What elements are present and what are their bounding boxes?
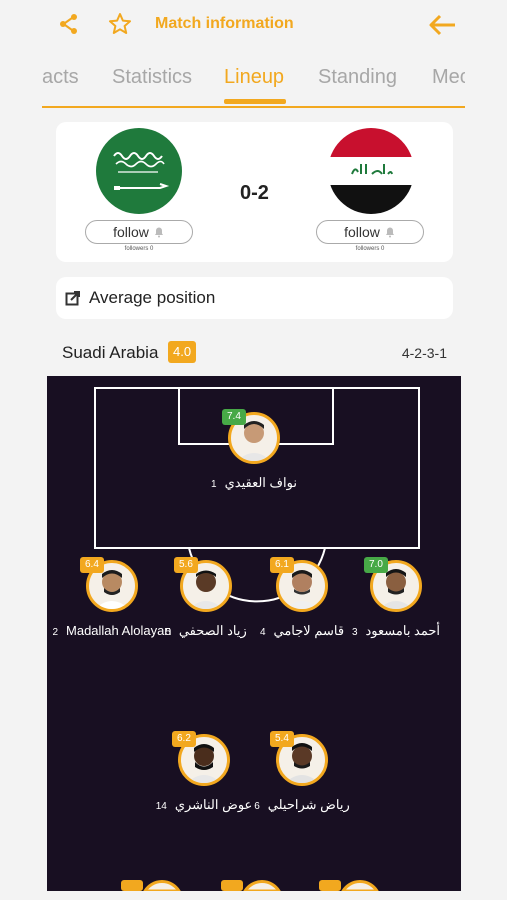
- player-name-text: نواف العقيدي: [224, 475, 297, 490]
- external-link-icon: [65, 291, 80, 306]
- follow-label: follow: [113, 224, 149, 240]
- player-rating: 5.4: [270, 731, 294, 747]
- tab-lineup[interactable]: Lineup: [224, 66, 284, 89]
- match-score: 0-2: [240, 182, 269, 204]
- iraq-flag-icon[interactable]: [328, 128, 414, 214]
- follow-home-button[interactable]: follow: [85, 220, 193, 244]
- active-tab-indicator: [224, 99, 286, 104]
- home-followers-count: followers 0: [124, 246, 154, 252]
- bell-icon: [385, 227, 394, 238]
- bell-icon: [154, 227, 163, 238]
- player-number: 6: [254, 801, 260, 812]
- match-card: 0-2 follow follow followers 0 followers …: [56, 122, 453, 262]
- player-rating: 6.4: [80, 557, 104, 573]
- player-rating: 7.4: [222, 409, 246, 425]
- team-rating-badge: 4.0: [168, 341, 197, 363]
- team-formation: 4-2-3-1: [401, 345, 447, 361]
- player-name: 1 نواف العقيدي: [189, 472, 319, 496]
- player-card-partial: [221, 880, 281, 891]
- follow-label: follow: [344, 224, 380, 240]
- follow-away-button[interactable]: follow: [316, 220, 424, 244]
- player-name-text: أحمد بامسعود: [365, 623, 441, 638]
- average-position-button[interactable]: Average position: [56, 277, 453, 319]
- player-number: 3: [351, 627, 358, 638]
- player-number: 4: [259, 627, 266, 638]
- player-name: 3 أحمد بامسعود: [331, 620, 461, 644]
- lineup-pitch: 7.4 1 نواف العقيدي 6.4 2 Madallah Alolayan…: [47, 376, 461, 891]
- page-title: Match information: [155, 15, 294, 32]
- tab-facts[interactable]: acts: [42, 66, 79, 89]
- share-icon[interactable]: [57, 12, 81, 36]
- tab-standing[interactable]: Standing: [318, 66, 397, 89]
- player-rating: 5.6: [174, 557, 198, 573]
- saudi-flag-icon[interactable]: [96, 128, 182, 214]
- back-arrow-icon[interactable]: [428, 14, 456, 36]
- player-rating: 6.1: [270, 557, 294, 573]
- player-number: 1: [211, 479, 217, 490]
- player-number: 5: [165, 627, 171, 638]
- player-name-text: رياض شراحيلي: [267, 797, 350, 812]
- tab-statistics[interactable]: Statistics: [112, 66, 192, 89]
- tab-bar: acts Statistics Lineup Standing Mec: [42, 52, 465, 108]
- away-followers-count: followers 0: [355, 246, 385, 252]
- player-number: 2: [52, 627, 59, 638]
- star-icon[interactable]: [108, 12, 132, 36]
- team-name: Suadi Arabia: [62, 343, 159, 362]
- team-header: Suadi Arabia 4.0 4-2-3-1: [62, 339, 447, 367]
- player-rating: 6.2: [172, 731, 196, 747]
- tab-media[interactable]: Mec: [432, 66, 465, 89]
- player-rating: 7.0: [364, 557, 388, 573]
- player-card-partial: [319, 880, 379, 891]
- top-bar: Match information: [0, 0, 507, 52]
- average-position-label: Average position: [89, 288, 216, 307]
- player-number: 14: [155, 801, 167, 812]
- player-card-partial: [121, 880, 181, 891]
- player-name: 6 رياض شراحيلي: [237, 794, 367, 818]
